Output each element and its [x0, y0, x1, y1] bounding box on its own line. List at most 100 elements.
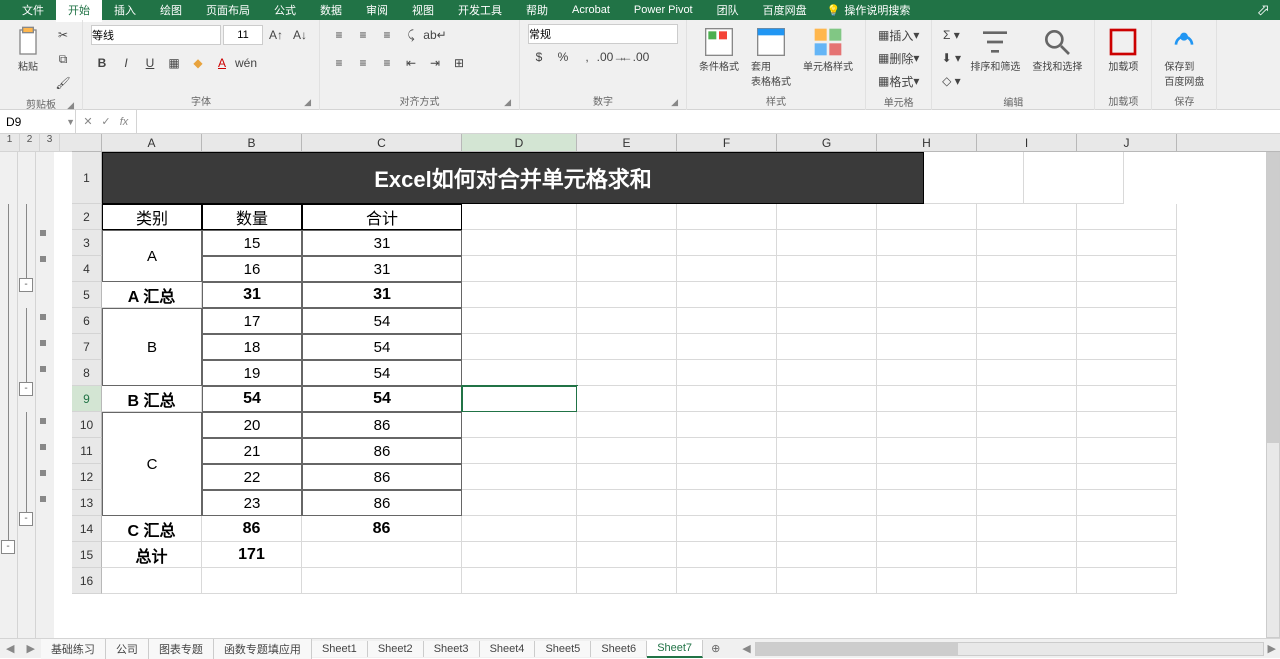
cell[interactable]: [577, 542, 677, 568]
cell[interactable]: 23: [202, 490, 302, 516]
cell[interactable]: [1077, 386, 1177, 412]
find-select-button[interactable]: 查找和选择: [1028, 24, 1086, 75]
copy-button[interactable]: ⧉: [52, 48, 74, 70]
sheet-tab[interactable]: 函数专题填应用: [214, 639, 312, 659]
select-all-corner[interactable]: [72, 134, 102, 151]
cell[interactable]: [1077, 256, 1177, 282]
cell[interactable]: [1077, 412, 1177, 438]
ribbon-tab[interactable]: 帮助: [514, 0, 560, 22]
dialog-launcher-icon[interactable]: ◢: [67, 100, 74, 111]
cell[interactable]: [462, 568, 577, 594]
cell[interactable]: 86: [302, 490, 462, 516]
cell[interactable]: [877, 230, 977, 256]
cell[interactable]: [1077, 230, 1177, 256]
font-size-select[interactable]: [223, 25, 263, 45]
cell[interactable]: [1077, 464, 1177, 490]
col-header-E[interactable]: E: [577, 134, 677, 151]
col-header-A[interactable]: A: [102, 134, 202, 151]
sheet-tab[interactable]: Sheet1: [312, 641, 368, 657]
cell[interactable]: [462, 464, 577, 490]
outline-collapse-button[interactable]: -: [19, 512, 33, 526]
cell[interactable]: [577, 282, 677, 308]
decrease-decimal-button[interactable]: ←.00: [624, 46, 646, 68]
cell[interactable]: [977, 438, 1077, 464]
enter-icon[interactable]: ✓: [98, 115, 114, 128]
share-icon[interactable]: ⬀: [1257, 0, 1270, 20]
align-top-button[interactable]: ≡: [328, 24, 350, 46]
cell[interactable]: [1077, 282, 1177, 308]
cell[interactable]: [577, 256, 677, 282]
cell[interactable]: 18: [202, 334, 302, 360]
ribbon-tab[interactable]: 页面布局: [194, 0, 262, 22]
row-header[interactable]: 1: [72, 152, 102, 204]
sheet-tab[interactable]: Sheet4: [480, 641, 536, 657]
align-right-button[interactable]: ≡: [376, 52, 398, 74]
ribbon-tab[interactable]: Power Pivot: [622, 0, 705, 20]
clear-button[interactable]: ◇ ▾: [940, 70, 962, 92]
cell[interactable]: 86: [302, 464, 462, 490]
ribbon-tab[interactable]: 视图: [400, 0, 446, 22]
cell[interactable]: 31: [202, 282, 302, 308]
vertical-scrollbar[interactable]: [1266, 152, 1280, 638]
cell[interactable]: [977, 516, 1077, 542]
cell[interactable]: [977, 282, 1077, 308]
cell[interactable]: [677, 542, 777, 568]
cell[interactable]: 54: [302, 308, 462, 334]
cell[interactable]: 86: [302, 412, 462, 438]
cell[interactable]: 19: [202, 360, 302, 386]
cell[interactable]: [677, 568, 777, 594]
cell[interactable]: [777, 360, 877, 386]
ribbon-tab[interactable]: Acrobat: [560, 0, 622, 20]
decrease-indent-button[interactable]: ⇤: [400, 52, 422, 74]
cell[interactable]: [462, 412, 577, 438]
cell[interactable]: [677, 412, 777, 438]
cell[interactable]: [462, 334, 577, 360]
cell[interactable]: A 汇总: [102, 282, 202, 308]
cell[interactable]: [977, 204, 1077, 230]
conditional-format-button[interactable]: 条件格式: [695, 24, 743, 75]
col-header-C[interactable]: C: [302, 134, 462, 151]
cell[interactable]: 54: [302, 386, 462, 412]
cell[interactable]: [777, 542, 877, 568]
cell[interactable]: [977, 308, 1077, 334]
cell[interactable]: [577, 568, 677, 594]
underline-button[interactable]: U: [139, 52, 161, 74]
cell[interactable]: [577, 360, 677, 386]
cell[interactable]: [1077, 516, 1177, 542]
cell[interactable]: [877, 412, 977, 438]
merge-button[interactable]: ⊞: [448, 52, 470, 74]
cell[interactable]: [877, 568, 977, 594]
cell-styles-button[interactable]: 单元格样式: [799, 24, 857, 75]
phonetic-button[interactable]: wén: [235, 52, 257, 74]
cut-button[interactable]: ✂: [52, 24, 74, 46]
cell[interactable]: [462, 490, 577, 516]
formula-input[interactable]: [137, 111, 1280, 133]
cell[interactable]: [977, 464, 1077, 490]
ribbon-tab[interactable]: 百度网盘: [751, 0, 819, 22]
cell[interactable]: [777, 516, 877, 542]
cell[interactable]: 31: [302, 230, 462, 256]
cell[interactable]: 数量: [202, 204, 302, 230]
row-header[interactable]: 7: [72, 334, 102, 360]
cell[interactable]: [1077, 438, 1177, 464]
delete-cells-button[interactable]: ▦ 删除 ▾: [874, 47, 923, 69]
cell[interactable]: [877, 490, 977, 516]
number-format-select[interactable]: [528, 24, 678, 44]
cell[interactable]: [1024, 152, 1124, 204]
cell[interactable]: 31: [302, 282, 462, 308]
cell[interactable]: [677, 204, 777, 230]
table-format-button[interactable]: 套用 表格格式: [747, 24, 795, 90]
col-header-F[interactable]: F: [677, 134, 777, 151]
cell[interactable]: [462, 308, 577, 334]
paste-button[interactable]: 粘贴: [8, 24, 48, 75]
cell[interactable]: [677, 230, 777, 256]
dialog-launcher-icon[interactable]: ◢: [504, 97, 511, 108]
ribbon-tab[interactable]: 文件: [10, 0, 56, 22]
italic-button[interactable]: I: [115, 52, 137, 74]
percent-button[interactable]: %: [552, 46, 574, 68]
cell[interactable]: [677, 490, 777, 516]
cell[interactable]: [877, 386, 977, 412]
cell[interactable]: [577, 308, 677, 334]
title-cell[interactable]: Excel如何对合并单元格求和: [102, 152, 924, 204]
cell[interactable]: [462, 204, 577, 230]
